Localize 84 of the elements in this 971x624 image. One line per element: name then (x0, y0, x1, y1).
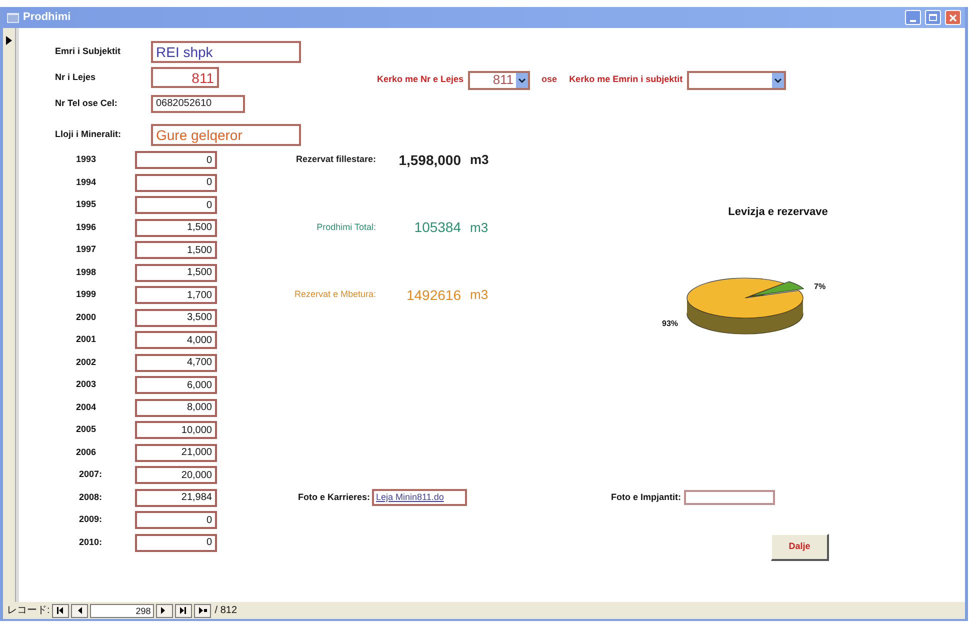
production-field[interactable]: 1,700 (135, 286, 217, 304)
photo-label: Foto e Impjantit: (611, 490, 681, 504)
new-record-icon (197, 607, 208, 614)
year-label: 2003 (76, 378, 98, 392)
search-label: Kerko me Emrin i subjektit (569, 73, 683, 86)
unit-label: m3 (470, 218, 488, 237)
close-button[interactable] (945, 10, 961, 25)
production-field[interactable]: 20,000 (135, 466, 217, 484)
year-label: 2001 (76, 333, 98, 346)
field-value[interactable]: REI shpk (151, 41, 301, 63)
field-label: Lloji i Mineralit: (55, 128, 122, 142)
production-field[interactable]: 0 (135, 196, 217, 214)
window-title: Prodhimi (23, 10, 72, 26)
record-number-field[interactable]: 298 (90, 604, 154, 618)
year-label: 1994 (76, 176, 98, 189)
production-field[interactable]: 3,500 (135, 308, 217, 326)
production-field[interactable]: 21,984 (135, 488, 217, 506)
new-record-button[interactable] (194, 604, 211, 618)
chart-title: Levizja e rezervave (728, 205, 828, 220)
maximize-button[interactable] (925, 10, 941, 25)
year-label: 1997 (76, 243, 98, 256)
field-value[interactable]: 811 (151, 67, 219, 88)
unit-label: m3 (470, 151, 489, 170)
or-label: ose (542, 73, 558, 86)
name-dropdown[interactable] (686, 70, 786, 90)
permit-dropdown[interactable]: 811 (468, 70, 530, 90)
first-icon (56, 607, 65, 614)
year-label: 2007: (78, 468, 104, 482)
field-label: Nr Tel ose Cel: (55, 97, 118, 110)
year-label: 2005 (76, 423, 98, 436)
production-field[interactable]: 0 (135, 174, 217, 192)
year-label: 1995 (76, 198, 98, 212)
close-icon (949, 14, 957, 22)
production-field[interactable]: 4,700 (135, 354, 217, 372)
production-field[interactable]: 0 (135, 151, 217, 169)
record-label: レコード: (7, 604, 50, 618)
exit-button[interactable]: Dalje (771, 534, 829, 560)
year-label: 1996 (76, 220, 98, 234)
year-label: 1993 (76, 153, 98, 166)
first-record-button[interactable] (52, 604, 69, 618)
field-value[interactable]: 0682052610 (151, 95, 245, 113)
data-label: 7% (814, 281, 826, 293)
year-label: 2008: (78, 490, 104, 504)
production-field[interactable]: 0 (135, 534, 217, 552)
production-field[interactable]: 1,500 (135, 264, 217, 282)
window-icon (7, 12, 19, 22)
production-field[interactable]: 1,500 (135, 218, 217, 236)
year-label: 2010: (78, 536, 104, 549)
summary-label: Prodhimi Total: (316, 220, 376, 234)
production-field[interactable]: 4,000 (135, 331, 217, 349)
year-label: 2006 (76, 446, 98, 459)
year-label: 1998 (76, 266, 98, 279)
next-record-button[interactable] (156, 604, 173, 618)
last-icon (178, 607, 188, 614)
summary-value: 105384 (413, 218, 461, 237)
summary-label: Rezervat fillestare: (294, 153, 376, 166)
unit-label: m3 (470, 286, 488, 304)
record-pointer-icon (6, 36, 12, 45)
summary-value: 1492616 (405, 286, 461, 304)
production-field[interactable]: 1,500 (135, 241, 217, 259)
production-field[interactable]: 8,000 (135, 398, 217, 416)
field-label: Nr i Lejes (55, 70, 97, 84)
year-label: 1999 (76, 288, 98, 302)
production-field[interactable]: 6,000 (135, 376, 217, 394)
photo-label: Foto e Karrieres: (296, 490, 370, 504)
year-label: 2002 (76, 356, 98, 369)
year-label: 2009: (78, 513, 104, 526)
photo-field[interactable] (684, 490, 775, 505)
last-record-button[interactable] (174, 604, 192, 618)
year-label: 2004 (76, 400, 98, 414)
production-field[interactable]: 0 (135, 511, 217, 529)
minimize-button[interactable] (905, 10, 921, 25)
data-label: 93% (662, 318, 678, 330)
summary-value: 1,598,000 (398, 150, 461, 170)
summary-label: Rezervat e Mbetura: (293, 288, 376, 302)
production-field[interactable]: 21,000 (135, 444, 217, 462)
previous-record-button[interactable] (70, 604, 88, 618)
year-label: 2000 (76, 310, 98, 324)
record-count: / 812 (214, 604, 238, 618)
search-label: Kerko me Nr e Lejes (377, 73, 464, 86)
photo-link-field[interactable]: Leja Minin811.do (372, 489, 467, 506)
production-field[interactable]: 10,000 (135, 421, 217, 439)
field-label: Emri i Subjektit (55, 45, 122, 58)
field-value[interactable]: Gure gelqeror (151, 124, 301, 146)
